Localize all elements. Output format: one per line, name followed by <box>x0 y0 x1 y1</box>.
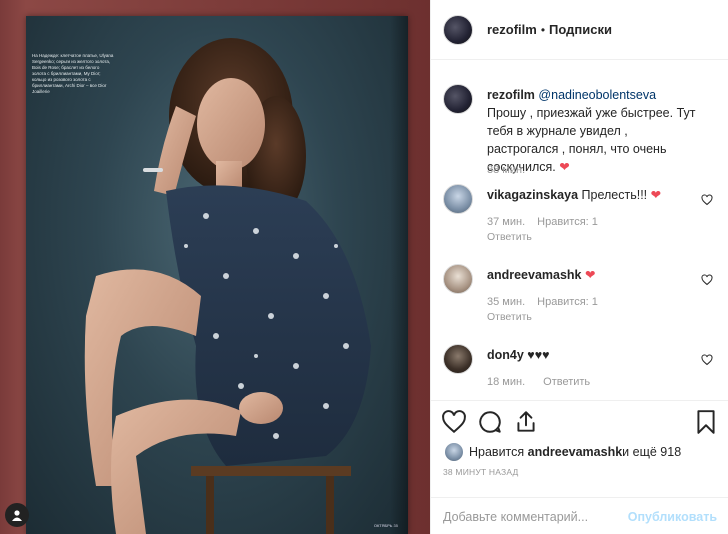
comment-username[interactable]: vikagazinskaya <box>487 188 578 202</box>
comment-text: Прелесть!!! <box>581 188 651 202</box>
heart-emoji: ❤ <box>559 160 570 174</box>
action-bar <box>441 409 719 435</box>
post-actions: Нравится andreevamashk и ещё 918 38 МИНУ… <box>431 400 728 534</box>
publish-button[interactable]: Опубликовать <box>628 510 717 524</box>
comment-body: vikagazinskaya Прелесть!!! ❤ <box>487 186 697 204</box>
page-shadow <box>390 16 408 534</box>
comment-body: don4y ♥♥♥ <box>487 346 697 364</box>
comment-time: 18 мин. <box>487 376 526 388</box>
author-username[interactable]: rezofilm <box>487 22 537 37</box>
reply-button[interactable]: Ответить <box>487 231 532 243</box>
likes-prefix: Нравится <box>469 445 525 459</box>
commenter-avatar[interactable] <box>443 344 473 374</box>
post-sidebar: rezofilm • Подписки rezofilm @nadineobol… <box>430 0 728 534</box>
liker-username[interactable]: andreevamashk <box>528 445 623 459</box>
comment-username[interactable]: andreevamashk <box>487 268 582 282</box>
comment-username[interactable]: don4y <box>487 348 524 362</box>
comment-input[interactable] <box>443 509 628 524</box>
reply-button[interactable]: Ответить <box>487 311 532 323</box>
comment-meta: 35 мин. Нравится: 1 <box>487 296 598 308</box>
bookmark-icon[interactable] <box>693 409 719 435</box>
comment-meta: 18 мин. Ответить <box>487 376 590 388</box>
comment-likes[interactable]: Нравится: 1 <box>537 216 598 228</box>
user-icon <box>12 510 22 521</box>
following-button[interactable]: Подписки <box>549 22 612 37</box>
header-separator: • <box>540 22 546 37</box>
post-header: rezofilm • Подписки <box>431 0 728 60</box>
comment-time: 35 мин. <box>487 296 526 308</box>
post-photo[interactable]: На Надежде: клетчатое платье, Ulyana Ser… <box>0 0 430 534</box>
comment-likes[interactable]: Нравится: 1 <box>537 296 598 308</box>
tagged-user-button[interactable] <box>5 503 29 527</box>
comment-like-icon[interactable] <box>701 274 713 286</box>
reply-button[interactable]: Ответить <box>543 376 590 388</box>
comment-like-icon[interactable] <box>701 194 713 206</box>
comment-like-icon[interactable] <box>701 354 713 366</box>
comments-list: rezofilm @nadineobolentseva Прошу , прие… <box>431 60 728 400</box>
heart-emoji: ❤ <box>650 188 662 202</box>
liker-avatar <box>445 443 463 461</box>
comment-time: 37 мин. <box>487 216 526 228</box>
post-timestamp: 38 МИНУТ НАЗАД <box>443 467 519 477</box>
likes-summary[interactable]: Нравится andreevamashk и ещё 918 <box>445 443 681 461</box>
caption-mention[interactable]: @nadineobolentseva <box>538 88 656 102</box>
author-avatar[interactable] <box>443 14 473 45</box>
comment-body: andreevamashk ❤ <box>487 266 697 284</box>
comment-icon[interactable] <box>477 409 503 435</box>
likes-suffix[interactable]: и ещё 918 <box>622 445 681 459</box>
add-comment-bar: Опубликовать <box>431 497 728 534</box>
caption-username[interactable]: rezofilm <box>487 88 535 102</box>
heart-emoji: ❤ <box>585 268 596 282</box>
commenter-avatar[interactable] <box>443 184 473 214</box>
like-icon[interactable] <box>441 409 467 435</box>
caption-author-avatar[interactable] <box>443 84 473 114</box>
share-icon[interactable] <box>513 409 539 435</box>
commenter-avatar[interactable] <box>443 264 473 294</box>
comment-text: ♥♥♥ <box>523 348 550 362</box>
caption-time: 38 мин. <box>487 164 526 176</box>
magazine-caption: На Надежде: клетчатое платье, Ulyana Ser… <box>32 53 114 94</box>
comment-meta: 37 мин. Нравится: 1 <box>487 216 598 228</box>
caption-body: rezofilm @nadineobolentseva Прошу , прие… <box>487 86 697 176</box>
magazine-page: На Надежде: клетчатое платье, Ulyana Ser… <box>26 16 408 534</box>
magazine-photo: На Надежде: клетчатое платье, Ulyana Ser… <box>26 16 408 534</box>
